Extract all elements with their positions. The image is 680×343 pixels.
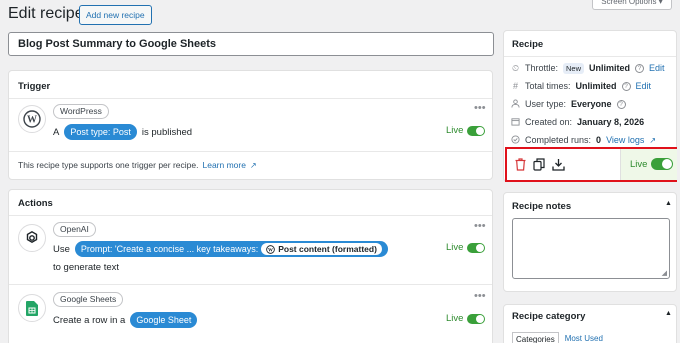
recipe-live-area: Live bbox=[620, 149, 677, 180]
recipe-actions-highlight: Live bbox=[505, 147, 677, 182]
calendar-icon bbox=[511, 117, 520, 128]
tab-categories[interactable]: Categories bbox=[512, 332, 559, 343]
openai-integration-pill: OpenAI bbox=[53, 222, 96, 237]
trigger-note-text: This recipe type supports one trigger pe… bbox=[18, 160, 199, 170]
openai-prompt-token[interactable]: Prompt: 'Create a concise ... key takeaw… bbox=[74, 241, 388, 257]
total-times-edit-link[interactable]: Edit bbox=[636, 81, 652, 91]
actions-card: Actions OpenAI ••• Use Prompt: 'Create a… bbox=[8, 189, 493, 343]
openai-prompt-text: Prompt: 'Create a concise ... key takeaw… bbox=[80, 244, 259, 254]
tab-most-used[interactable]: Most Used bbox=[565, 332, 603, 343]
recipe-live-label: Live bbox=[630, 158, 648, 170]
trigger-toggle-switch[interactable] bbox=[467, 125, 486, 136]
help-icon[interactable]: ? bbox=[616, 99, 626, 109]
collapse-arrow-icon[interactable]: ▲ bbox=[665, 310, 672, 317]
page-title: Edit recipe bbox=[8, 5, 84, 22]
openai-toggle-switch[interactable] bbox=[467, 242, 486, 253]
post-content-token: W Post content (formatted) bbox=[261, 243, 382, 255]
google-sheets-icon bbox=[18, 294, 46, 322]
google-sheets-live-label: Live bbox=[446, 313, 464, 324]
hash-icon: # bbox=[512, 81, 518, 91]
google-sheets-sentence: Create a row in a Google Sheet bbox=[53, 312, 198, 328]
recipe-toggle-switch[interactable] bbox=[651, 158, 674, 170]
wordpress-small-icon: W bbox=[266, 244, 276, 254]
check-circle-icon bbox=[511, 134, 520, 146]
trigger-token[interactable]: Post type: Post bbox=[64, 124, 137, 140]
wordpress-icon: W bbox=[18, 105, 46, 133]
trigger-card: Trigger W WordPress ••• A Post type: Pos… bbox=[8, 70, 493, 180]
openai-prefix: Use bbox=[53, 243, 70, 255]
trigger-note: This recipe type supports one trigger pe… bbox=[18, 160, 257, 170]
recipe-category-panel: Recipe category ▲ Categories Most Used bbox=[503, 304, 677, 343]
google-sheets-prefix: Create a row in a bbox=[53, 314, 126, 326]
trigger-sentence: A Post type: Post is published bbox=[53, 124, 192, 140]
collapse-arrow-icon[interactable]: ▲ bbox=[665, 200, 672, 207]
openai-live-label: Live bbox=[446, 242, 464, 253]
openai-icon bbox=[18, 224, 46, 252]
total-times-row: # Total times: Unlimited ? Edit bbox=[512, 81, 652, 91]
trash-icon[interactable] bbox=[513, 157, 527, 171]
throttle-row: ⏲ Throttle: New Unlimited ? Edit bbox=[511, 62, 665, 74]
openai-more-icon[interactable]: ••• bbox=[474, 220, 486, 232]
external-link-icon: ↗ bbox=[649, 135, 657, 145]
recipe-notes-textarea[interactable]: ◢ bbox=[512, 218, 670, 279]
external-link-icon: ↗ bbox=[249, 160, 257, 170]
add-new-recipe-button[interactable]: Add new recipe bbox=[79, 5, 152, 25]
trigger-prefix: A bbox=[53, 126, 60, 138]
trigger-suffix: is published bbox=[141, 126, 193, 138]
google-sheet-token[interactable]: Google Sheet bbox=[130, 312, 198, 328]
openai-line2: to generate text bbox=[53, 262, 120, 273]
recipe-title-input[interactable]: Blog Post Summary to Google Sheets bbox=[8, 32, 494, 56]
new-badge: New bbox=[563, 62, 585, 74]
svg-text:W: W bbox=[268, 248, 273, 253]
help-icon[interactable]: ? bbox=[621, 81, 631, 91]
recipe-live-toggle[interactable]: Live bbox=[630, 158, 674, 170]
trigger-live-label: Live bbox=[446, 125, 464, 136]
google-sheets-more-icon[interactable]: ••• bbox=[474, 290, 486, 302]
svg-text:W: W bbox=[27, 115, 37, 126]
download-icon[interactable] bbox=[551, 157, 565, 171]
created-on-row: Created on: January 8, 2026 bbox=[511, 113, 673, 131]
openai-sentence: Use Prompt: 'Create a concise ... key ta… bbox=[53, 241, 388, 257]
learn-more-link[interactable]: Learn more bbox=[202, 160, 245, 170]
trigger-more-icon[interactable]: ••• bbox=[474, 102, 486, 114]
trigger-heading: Trigger bbox=[18, 81, 51, 92]
actions-heading: Actions bbox=[18, 198, 53, 209]
trigger-live-toggle[interactable]: Live bbox=[446, 125, 486, 136]
google-sheets-toggle-switch[interactable] bbox=[467, 313, 486, 324]
recipe-category-title: Recipe category bbox=[512, 311, 586, 322]
post-content-token-label: Post content (formatted) bbox=[278, 244, 377, 254]
recipe-panel-title: Recipe bbox=[512, 39, 544, 50]
user-icon bbox=[511, 98, 520, 110]
duplicate-icon[interactable] bbox=[532, 157, 546, 171]
resize-handle-icon[interactable]: ◢ bbox=[662, 269, 667, 277]
view-logs-link[interactable]: View logs bbox=[606, 135, 644, 145]
google-sheets-live-toggle[interactable]: Live bbox=[446, 313, 486, 324]
recipe-notes-title: Recipe notes bbox=[512, 201, 572, 212]
openai-live-toggle[interactable]: Live bbox=[446, 242, 486, 253]
user-type-row: User type: Everyone ? bbox=[511, 95, 673, 113]
trigger-integration-pill: WordPress bbox=[53, 104, 109, 119]
screen-options-button[interactable]: Screen Options ▾ bbox=[592, 0, 672, 10]
category-tabs: Categories Most Used bbox=[512, 332, 603, 343]
google-sheets-integration-pill: Google Sheets bbox=[53, 292, 124, 307]
throttle-icon: ⏲ bbox=[511, 62, 520, 73]
throttle-edit-link[interactable]: Edit bbox=[649, 63, 665, 73]
help-icon[interactable]: ? bbox=[635, 63, 645, 73]
